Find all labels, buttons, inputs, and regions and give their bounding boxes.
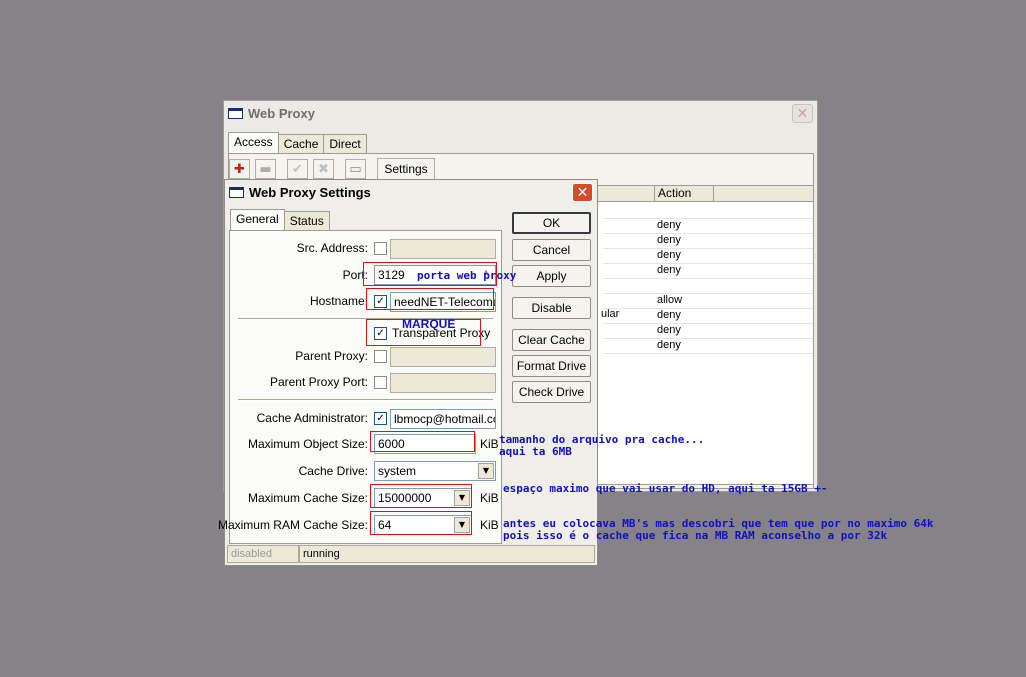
src-address-label: Src. Address:: [296, 241, 368, 255]
window-title: Web Proxy: [248, 105, 315, 121]
ram-cache-highlight: [370, 511, 472, 535]
annotation-ram-2: pois isso é o cache que fica na MB RAM a…: [503, 529, 888, 542]
tab-access[interactable]: Access: [228, 132, 279, 153]
unit-label: KiB: [480, 491, 499, 505]
hostname-highlight: [366, 288, 494, 310]
hostname-label: Hostname:: [309, 294, 368, 308]
close-icon[interactable]: ✕: [572, 183, 593, 202]
settings-tabs: General Status: [230, 209, 330, 230]
tab-status[interactable]: Status: [283, 211, 330, 230]
parent-proxy-port-field[interactable]: [390, 373, 496, 393]
list-item[interactable]: deny: [657, 248, 681, 262]
list-item[interactable]: deny: [657, 338, 681, 352]
parent-proxy-port-checkbox[interactable]: [374, 376, 387, 389]
cache-admin-checkbox[interactable]: ✓: [374, 412, 387, 425]
remove-icon[interactable]: ▬: [255, 159, 276, 179]
window-icon: [228, 107, 243, 119]
chevron-down-icon[interactable]: ▼: [478, 463, 494, 479]
src-address-field[interactable]: [390, 239, 496, 259]
apply-button[interactable]: Apply: [512, 265, 591, 287]
annotation-cache-size: espaço maximo que vai usar do HD, aqui t…: [503, 482, 828, 495]
max-object-size-label: Maximum Object Size:: [247, 437, 368, 451]
format-drive-button[interactable]: Format Drive: [512, 355, 591, 377]
clear-cache-button[interactable]: Clear Cache: [512, 329, 591, 351]
list-item[interactable]: deny: [657, 263, 681, 277]
add-icon[interactable]: ✚: [229, 159, 250, 179]
status-running: running: [299, 545, 595, 563]
parent-proxy-field[interactable]: [390, 347, 496, 367]
cache-drive-select[interactable]: system ▼: [374, 461, 496, 481]
web-proxy-tabs: Access Cache Direct: [228, 132, 367, 153]
list-cell-fragment: ular: [601, 308, 620, 320]
ok-button[interactable]: OK: [512, 212, 591, 234]
annotation-object-size-2: aqui ta 6MB: [499, 445, 572, 458]
cache-admin-field[interactable]: lbmocp@hotmail.com: [390, 409, 496, 429]
web-proxy-titlebar[interactable]: Web Proxy ✕: [224, 101, 817, 125]
column-action[interactable]: Action: [654, 186, 714, 202]
parent-proxy-port-label: Parent Proxy Port:: [269, 375, 368, 389]
src-address-checkbox[interactable]: [374, 242, 387, 255]
object-size-highlight: [370, 431, 475, 452]
settings-button[interactable]: Settings: [377, 158, 435, 180]
comment-icon[interactable]: ▭: [345, 159, 366, 179]
list-item[interactable]: deny: [657, 218, 681, 232]
annotation-transparent: MARQUE: [402, 317, 456, 331]
list-item[interactable]: deny: [657, 308, 681, 322]
list-item[interactable]: deny: [657, 233, 681, 247]
tab-general[interactable]: General: [230, 209, 285, 230]
cancel-button[interactable]: Cancel: [512, 239, 591, 261]
close-icon[interactable]: ✕: [792, 104, 813, 123]
status-enabled: disabled: [227, 545, 299, 563]
disable-button[interactable]: Disable: [512, 297, 591, 319]
status-bar: disabled running: [227, 545, 595, 563]
cache-size-highlight: [370, 484, 472, 508]
unit-label: KiB: [480, 437, 499, 451]
parent-proxy-checkbox[interactable]: [374, 350, 387, 363]
window-icon: [229, 186, 244, 198]
cache-drive-label: Cache Drive:: [298, 464, 368, 478]
cache-drive-value: system: [378, 464, 417, 478]
disable-icon[interactable]: ✖: [313, 159, 334, 179]
unit-label: KiB: [480, 518, 499, 532]
max-ram-cache-size-label: Maximum RAM Cache Size:: [217, 518, 368, 532]
list-item[interactable]: deny: [657, 323, 681, 337]
annotation-port: porta web proxy: [417, 269, 517, 282]
list-item[interactable]: allow: [657, 293, 682, 307]
tab-cache[interactable]: Cache: [277, 134, 325, 153]
check-drive-button[interactable]: Check Drive: [512, 381, 591, 403]
settings-titlebar[interactable]: Web Proxy Settings ✕: [225, 180, 597, 204]
cache-admin-label: Cache Administrator:: [256, 411, 368, 425]
tab-direct[interactable]: Direct: [323, 134, 367, 153]
parent-proxy-label: Parent Proxy:: [295, 349, 368, 363]
max-cache-size-label: Maximum Cache Size:: [247, 491, 368, 505]
enable-icon[interactable]: ✔: [287, 159, 308, 179]
dialog-title: Web Proxy Settings: [249, 184, 371, 200]
